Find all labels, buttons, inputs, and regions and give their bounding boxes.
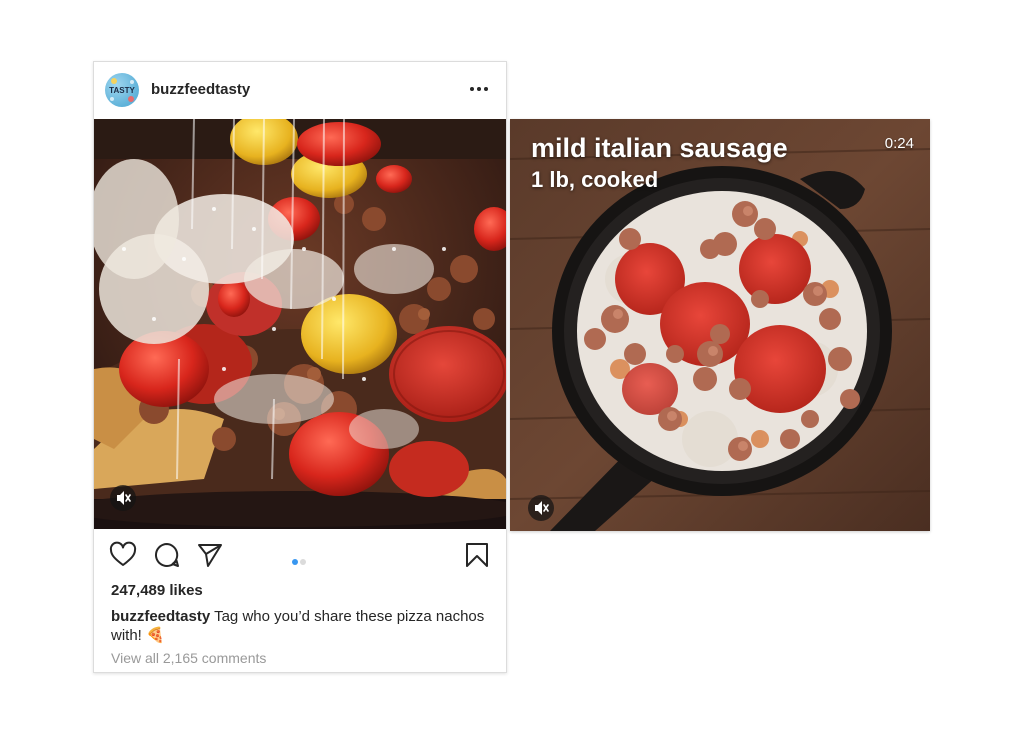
post-username[interactable]: buzzfeedtasty [151,81,250,98]
comment-icon[interactable] [153,541,181,569]
view-comments-link[interactable]: View all 2,165 comments [111,650,266,666]
carousel-dot [300,559,306,565]
heart-icon[interactable] [109,541,137,569]
video-title: mild italian sausage [531,133,788,163]
post-caption: buzzfeedtasty Tag who you’d share these … [111,607,491,645]
likes-count[interactable]: 247,489 likes [111,582,203,599]
bookmark-icon[interactable] [463,541,491,569]
carousel-dot-active [292,559,298,565]
post-header: TASTY buzzfeedtasty [94,62,506,119]
avatar[interactable]: TASTY [105,73,139,107]
svg-text:TASTY: TASTY [109,86,135,95]
caption-username[interactable]: buzzfeedtasty [111,608,210,625]
pizza-nachos-image [94,119,506,529]
mute-icon[interactable] [110,485,136,511]
video-timestamp: 0:24 [884,135,914,152]
tasty-logo: TASTY [109,78,135,102]
carousel-indicator [291,552,307,565]
video-subtitle: 1 lb, cooked [531,167,659,192]
recipe-video[interactable]: mild italian sausage 1 lb, cooked 0:24 [510,119,930,531]
mute-icon[interactable] [528,495,554,521]
instagram-post: TASTY buzzfeedtasty 247,489 likes buzzfe… [93,61,507,673]
share-icon[interactable] [196,541,224,569]
post-video[interactable] [94,119,506,529]
more-dots-icon[interactable] [466,78,492,100]
post-actions [94,529,506,581]
